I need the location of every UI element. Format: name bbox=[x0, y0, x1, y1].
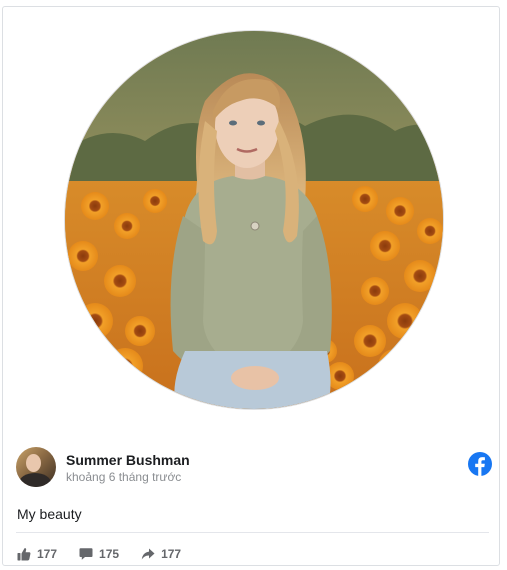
like-icon bbox=[17, 548, 31, 561]
share-arrow-icon bbox=[141, 548, 155, 560]
author-name[interactable]: Summer Bushman bbox=[66, 452, 190, 468]
post-header: Summer Bushman khoảng 6 tháng trước bbox=[16, 447, 494, 487]
post-stats: 177 175 177 bbox=[17, 545, 203, 563]
embedded-post-card: Summer Bushman khoảng 6 tháng trước My b… bbox=[2, 6, 500, 566]
divider bbox=[16, 532, 489, 533]
comment-icon bbox=[79, 548, 93, 560]
author-avatar[interactable] bbox=[16, 447, 56, 487]
portrait-photo bbox=[65, 31, 443, 409]
comments-count: 175 bbox=[99, 547, 120, 561]
shares-stat[interactable]: 177 bbox=[141, 547, 181, 561]
post-timestamp[interactable]: khoảng 6 tháng trước bbox=[66, 470, 181, 484]
comments-stat[interactable]: 175 bbox=[79, 547, 119, 561]
post-photo[interactable] bbox=[64, 30, 444, 410]
avatar-face bbox=[26, 454, 41, 472]
likes-stat[interactable]: 177 bbox=[17, 547, 57, 561]
facebook-logo-icon[interactable] bbox=[468, 452, 492, 476]
post-message: My beauty bbox=[17, 506, 82, 522]
avatar-shirt bbox=[19, 473, 51, 487]
shares-count: 177 bbox=[161, 547, 182, 561]
likes-count: 177 bbox=[37, 547, 58, 561]
